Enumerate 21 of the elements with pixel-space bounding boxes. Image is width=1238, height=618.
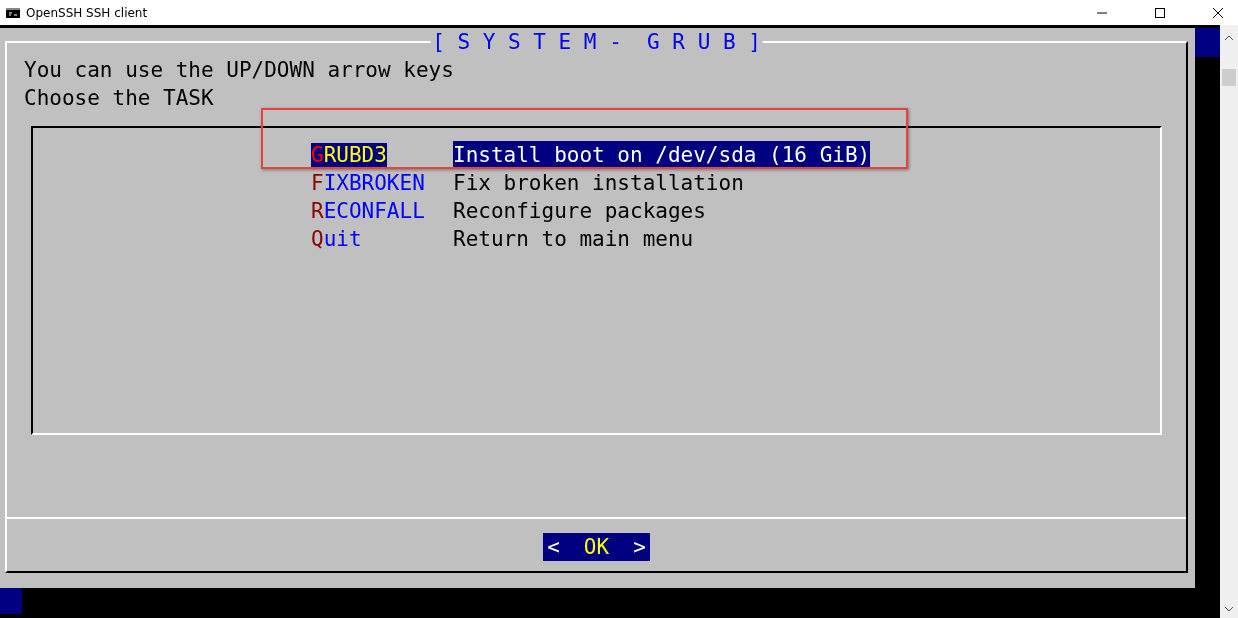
- cursor-block: [0, 588, 22, 614]
- window-title: OpenSSH SSH client: [26, 5, 148, 20]
- menu-item-description[interactable]: Return to main menu: [453, 225, 694, 253]
- menu-item-tag[interactable]: Quit: [311, 227, 362, 251]
- console-icon: [6, 6, 20, 19]
- scroll-thumb[interactable]: [1222, 69, 1236, 86]
- menu-item-description[interactable]: Reconfigure packages: [453, 197, 706, 225]
- scrollbar[interactable]: [1220, 25, 1238, 618]
- scroll-up-icon[interactable]: [1224, 35, 1234, 41]
- maximize-icon[interactable]: [1154, 6, 1166, 19]
- menu-item-tag[interactable]: RECONFALL: [311, 199, 425, 223]
- instruction-text: Choose the TASK: [24, 85, 215, 112]
- menu-item-tag[interactable]: GRUBD3: [311, 143, 387, 167]
- close-icon[interactable]: [1212, 6, 1224, 19]
- menu-item-description[interactable]: Install boot on /dev/sda (16 GiB): [453, 141, 871, 169]
- menu-item-description[interactable]: Fix broken installation: [453, 169, 744, 197]
- cursor-block: [1195, 28, 1220, 57]
- menu-item-tag[interactable]: FIXBROKEN: [311, 171, 425, 195]
- scroll-down-icon[interactable]: [1224, 606, 1234, 612]
- ok-button[interactable]: < OK >: [543, 533, 650, 561]
- instruction-text: You can use the UP/DOWN arrow keys: [24, 57, 455, 84]
